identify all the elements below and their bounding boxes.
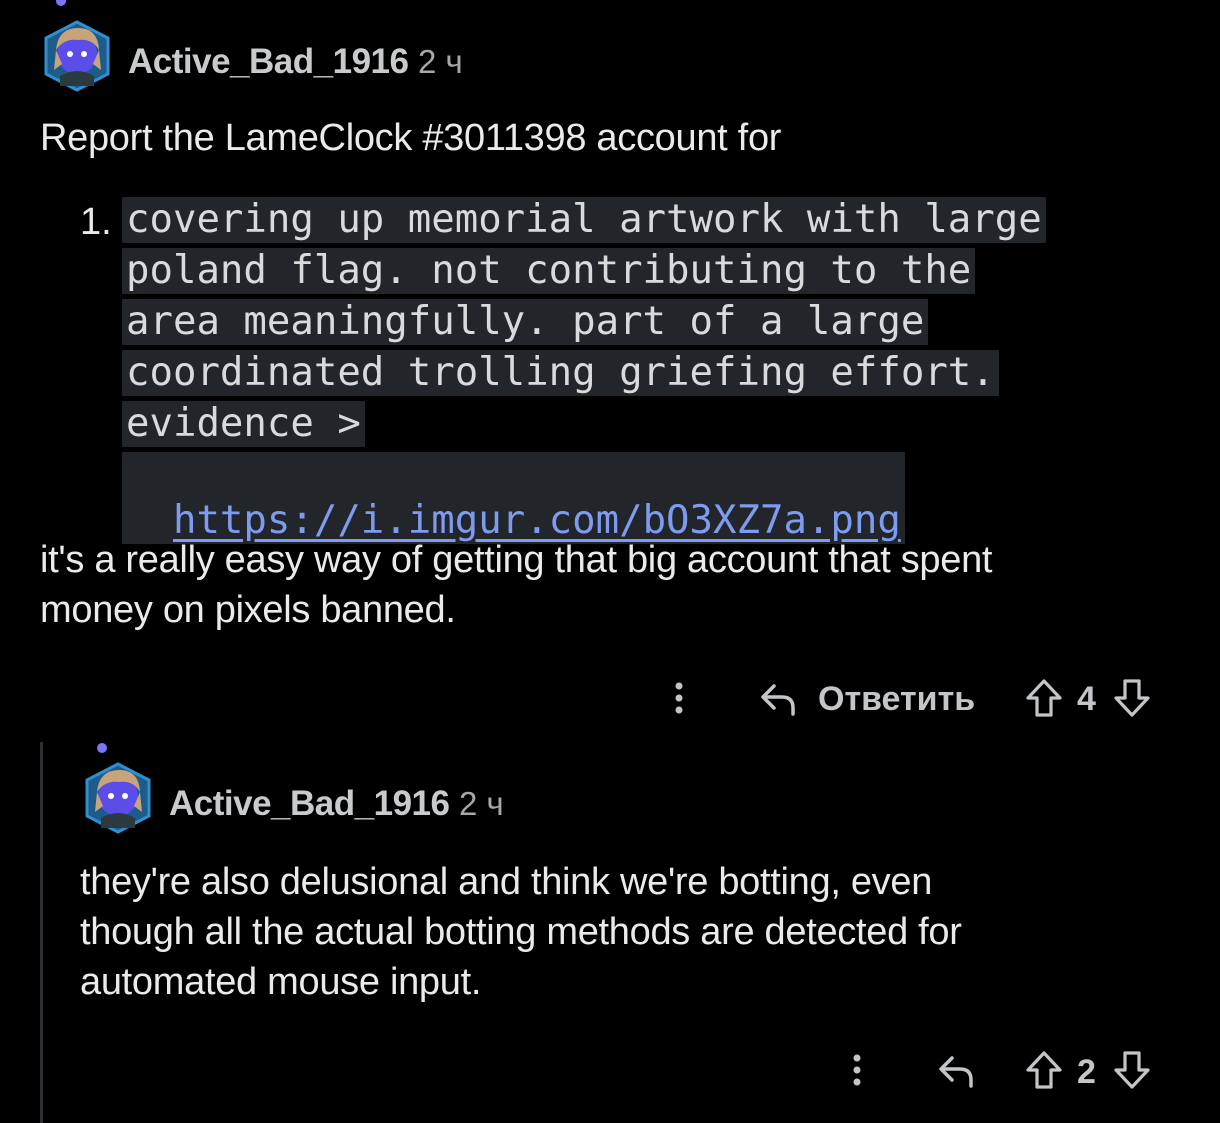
code-line: evidence > [122, 401, 365, 447]
downvote-arrow-icon [1114, 679, 1150, 717]
comment-timestamp: 2 ч [418, 43, 463, 80]
more-options-button[interactable] [662, 675, 696, 721]
vote-score: 2 [1077, 1053, 1096, 1091]
downvote-arrow-icon [1114, 1051, 1150, 1089]
reply-arrow-icon [761, 684, 795, 716]
avatar-decor-dot [97, 743, 107, 753]
reply-arrow-icon [939, 1056, 973, 1088]
more-vertical-icon [675, 682, 683, 714]
list-number: 1. [80, 201, 112, 243]
avatar[interactable] [85, 762, 151, 834]
comment-body-line: automated mouse input. [80, 961, 482, 1003]
upvote-arrow-icon [1026, 679, 1062, 717]
downvote-button[interactable] [1110, 675, 1154, 721]
reply-label[interactable]: Ответить [818, 680, 975, 719]
vote-score: 4 [1077, 680, 1096, 718]
code-line: poland flag. not contributing to the [122, 248, 976, 294]
avatar-decor-dot [56, 0, 66, 6]
avatar[interactable] [44, 20, 110, 92]
comment-intro-text: Report the LameClock #3011398 account fo… [40, 117, 782, 159]
code-line: covering up memorial artwork with large [122, 197, 1046, 243]
thread-line[interactable] [40, 742, 43, 1123]
comment-author[interactable]: Active_Bad_1916 [169, 784, 450, 824]
upvote-arrow-icon [1026, 1051, 1062, 1089]
comment-author[interactable]: Active_Bad_1916 [128, 42, 409, 82]
comment-timestamp: 2 ч [459, 785, 504, 822]
reply-button[interactable] [934, 1047, 978, 1093]
code-line: coordinated trolling griefing effort. [122, 350, 999, 396]
reply-button[interactable] [756, 675, 800, 721]
code-line-link-wrap: https://i.imgur.com/bO3XZ7a.png [122, 452, 905, 544]
avatar-image-icon [44, 20, 110, 92]
comment-outro-line: money on pixels banned. [40, 589, 456, 631]
more-vertical-icon [853, 1054, 861, 1086]
upvote-button[interactable] [1022, 1047, 1066, 1093]
comment-body-line: they're also delusional and think we're … [80, 861, 933, 903]
comment-outro-line: it's a really easy way of getting that b… [40, 539, 993, 581]
downvote-button[interactable] [1110, 1047, 1154, 1093]
avatar-image-icon [85, 762, 151, 834]
upvote-button[interactable] [1022, 675, 1066, 721]
code-line: area meaningfully. part of a large [122, 299, 929, 345]
more-options-button[interactable] [840, 1047, 874, 1093]
comment-body-line: though all the actual botting methods ar… [80, 911, 962, 953]
